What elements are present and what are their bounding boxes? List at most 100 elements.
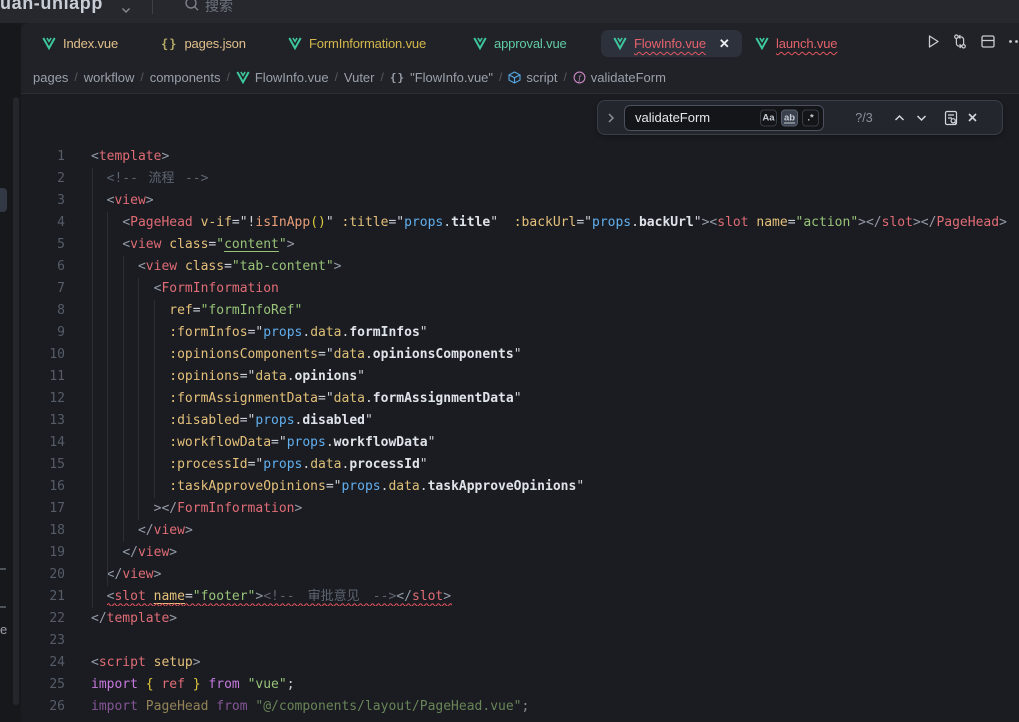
code-line-15[interactable]: 15 :processId="props.data.processId"	[21, 454, 1019, 476]
code-line-text: :formInfos="props.data.formInfos"	[91, 322, 428, 344]
code-line-text: :formAssignmentData="data.formAssignment…	[91, 388, 522, 410]
find-previous-button[interactable]	[894, 114, 905, 122]
split-editor-button[interactable]	[980, 33, 996, 54]
line-number: 6	[21, 256, 65, 278]
code-line-text: <FormInformation	[91, 278, 279, 300]
breadcrumb-label: Vuter	[344, 70, 375, 85]
code-line-text: :processId="props.data.processId"	[91, 454, 428, 476]
title-bar: uan-uniapp 搜索	[0, 0, 1019, 23]
code-editor[interactable]: 1 <template>2 <!-- 流程 -->3 <view>4 <PageH…	[21, 146, 1019, 718]
find-next-button[interactable]	[916, 114, 927, 122]
code-line-5[interactable]: 5 <view class="content">	[21, 234, 1019, 256]
sidebar-text-fragment: e	[0, 622, 7, 640]
code-line-11[interactable]: 11 :opinions="data.opinions"	[21, 366, 1019, 388]
line-number: 15	[21, 454, 65, 476]
chevron-down-icon[interactable]	[121, 1, 131, 19]
code-line-17[interactable]: 17 ></FormInformation>	[21, 498, 1019, 520]
code-line-24[interactable]: 24 <script setup>	[21, 652, 1019, 674]
line-number: 5	[21, 234, 65, 256]
match-case-button[interactable]: Aa	[760, 109, 777, 126]
breadcrumb-label: workflow	[84, 70, 135, 85]
module-cube-icon	[508, 71, 521, 84]
breadcrumb-item-script[interactable]: script	[508, 70, 557, 85]
line-number: 2	[21, 168, 65, 190]
line-number: 10	[21, 344, 65, 366]
breadcrumb-item-pages[interactable]: pages	[33, 70, 68, 85]
code-line-text: <script setup>	[91, 652, 201, 674]
code-line-9[interactable]: 9 :formInfos="props.data.formInfos"	[21, 322, 1019, 344]
code-line-2[interactable]: 2 <!-- 流程 -->	[21, 168, 1019, 190]
code-line-text: :opinionsComponents="data.opinionsCompon…	[91, 344, 522, 366]
code-line-3[interactable]: 3 <view>	[21, 190, 1019, 212]
code-line-4[interactable]: 4 <PageHead v-if="!isInApp()" :title="pr…	[21, 212, 1019, 234]
code-line-text: :opinions="data.opinions"	[91, 366, 365, 388]
code-line-25[interactable]: 25import { ref } from "vue";	[21, 674, 1019, 696]
breadcrumb-item-validateform[interactable]: fvalidateForm	[573, 70, 666, 85]
code-line-12[interactable]: 12 :formAssignmentData="data.formAssignm…	[21, 388, 1019, 410]
code-line-26[interactable]: 26import PageHead from "@/components/lay…	[21, 696, 1019, 718]
sidebar-sliver: e	[0, 23, 21, 722]
search-icon[interactable]	[184, 0, 200, 18]
line-number: 1	[21, 146, 65, 168]
breadcrumb-separator: /	[335, 70, 338, 84]
line-number: 21	[21, 586, 65, 608]
code-line-text: :taskApproveOpinions="props.data.taskApp…	[91, 476, 584, 498]
line-number: 22	[21, 608, 65, 630]
code-line-23[interactable]: 23	[21, 630, 1019, 652]
code-line-10[interactable]: 10 :opinionsComponents="data.opinionsCom…	[21, 344, 1019, 366]
run-button[interactable]	[926, 33, 941, 54]
line-number: 20	[21, 564, 65, 586]
sidebar-selected-item[interactable]	[0, 188, 7, 212]
code-line-text: <PageHead v-if="!isInApp()" :title="prop…	[91, 212, 1007, 234]
line-number: 18	[21, 520, 65, 542]
find-close-button[interactable]	[967, 112, 978, 123]
line-number: 19	[21, 542, 65, 564]
code-line-text: <view class="tab-content">	[91, 256, 341, 278]
compare-changes-button[interactable]	[952, 33, 968, 54]
code-line-16[interactable]: 16 :taskApproveOpinions="props.data.task…	[21, 476, 1019, 498]
breadcrumb-label: "FlowInfo.vue"	[410, 70, 493, 85]
project-name[interactable]: uan-uniapp	[0, 0, 103, 14]
sidebar-scrollbar[interactable]	[13, 97, 19, 705]
find-in-selection-button[interactable]	[943, 110, 959, 126]
code-line-7[interactable]: 7 <FormInformation	[21, 278, 1019, 300]
breadcrumb-item-flowinfovue[interactable]: FlowInfo.vue	[236, 70, 329, 85]
code-line-14[interactable]: 14 :workflowData="props.workflowData"	[21, 432, 1019, 454]
code-line-21[interactable]: 21 <slot name="footer"><!-- 审批意见 --></sl…	[21, 586, 1019, 608]
code-line-8[interactable]: 8 ref="formInfoRef"	[21, 300, 1019, 322]
error-squiggle	[107, 602, 452, 606]
code-line-18[interactable]: 18 </view>	[21, 520, 1019, 542]
code-line-text: </template>	[91, 608, 177, 630]
breadcrumb-label: FlowInfo.vue	[255, 70, 329, 85]
code-line-22[interactable]: 22 </template>	[21, 608, 1019, 630]
breadcrumb-item-components[interactable]: components	[150, 70, 221, 85]
regex-button[interactable]: .*	[802, 109, 819, 126]
line-number: 23	[21, 630, 65, 652]
line-number: 4	[21, 212, 65, 234]
whole-word-button[interactable]: ab	[781, 109, 798, 126]
code-line-1[interactable]: 1 <template>	[21, 146, 1019, 168]
breadcrumb-separator: /	[140, 70, 143, 84]
breadcrumb-item-workflow[interactable]: workflow	[84, 70, 135, 85]
toggle-replace-button[interactable]	[607, 112, 615, 124]
code-line-6[interactable]: 6 <view class="tab-content">	[21, 256, 1019, 278]
vue-icon	[236, 71, 250, 84]
line-number: 9	[21, 322, 65, 344]
editor-panel: Index.vue{}pages.jsonFormInformation.vue…	[21, 23, 1019, 722]
breadcrumb-item-flowinfovue[interactable]: {} "FlowInfo.vue"	[390, 70, 493, 85]
code-line-19[interactable]: 19 </view>	[21, 542, 1019, 564]
find-options: Aa ab .*	[760, 109, 819, 126]
code-line-text: <slot name="footer"><!-- 审批意见 --></slot>	[91, 586, 451, 608]
code-line-20[interactable]: 20 </view>	[21, 564, 1019, 586]
code-line-text: <template>	[91, 146, 169, 168]
search-box-label[interactable]: 搜索	[205, 0, 233, 16]
line-number: 24	[21, 652, 65, 674]
find-input[interactable]	[625, 106, 763, 130]
code-line-text: <view class="content">	[91, 234, 295, 256]
breadcrumb-item-vuter[interactable]: Vuter	[344, 70, 375, 85]
line-number: 16	[21, 476, 65, 498]
code-line-13[interactable]: 13 :disabled="props.disabled"	[21, 410, 1019, 432]
editor-actions	[21, 30, 1019, 57]
more-actions-button[interactable]	[1008, 33, 1019, 54]
json-braces-icon: {}	[390, 71, 405, 84]
